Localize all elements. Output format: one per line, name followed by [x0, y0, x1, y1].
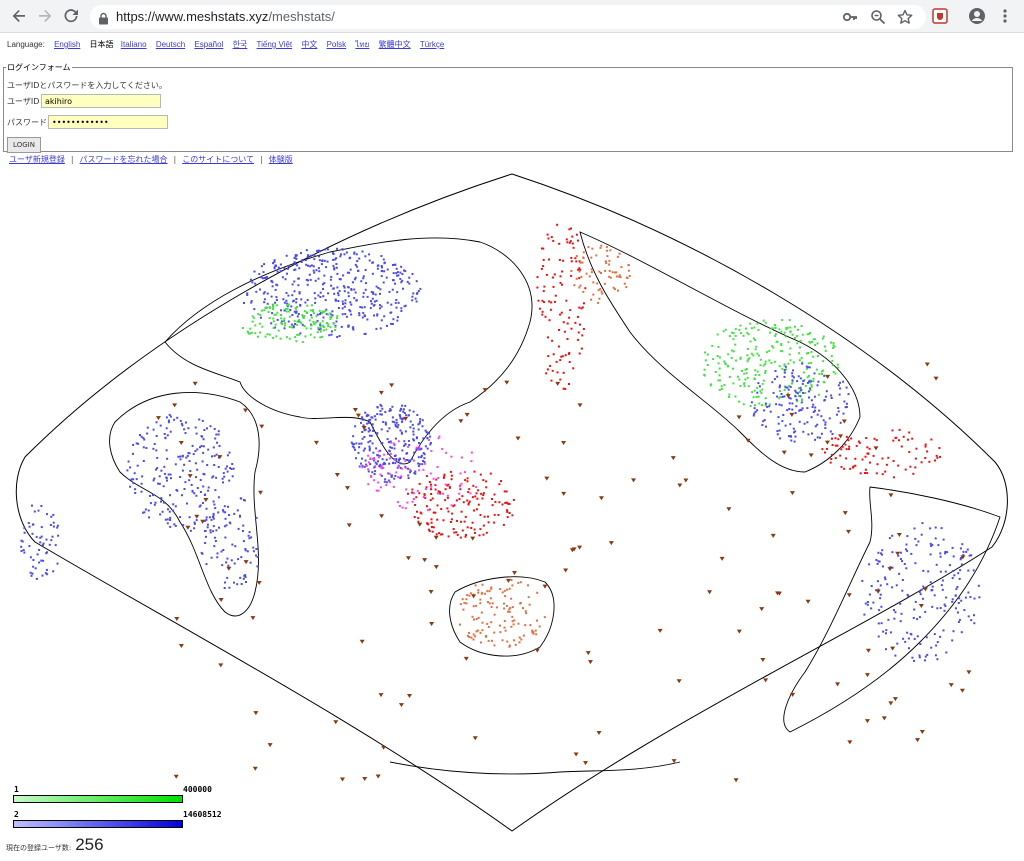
- forgot-password-link[interactable]: パスワードを忘れた場合: [80, 155, 168, 164]
- register-link[interactable]: ユーザ新規登録: [9, 155, 65, 164]
- extension-icon[interactable]: [931, 7, 949, 25]
- lang-link-deutsch[interactable]: Deutsch: [156, 40, 185, 49]
- legend-gradient-blue: [13, 820, 183, 828]
- legend-row2-end: 14608512: [183, 810, 222, 819]
- link-separator: |: [70, 155, 74, 164]
- world-mesh-map[interactable]: [0, 172, 1024, 836]
- account-links: ユーザ新規登録 | パスワードを忘れた場合 | このサイトについて | 体験版: [9, 154, 293, 165]
- lang-link-chinese[interactable]: 中文: [301, 40, 317, 49]
- menu-kebab-icon[interactable]: [996, 7, 1014, 25]
- address-bar[interactable]: https://www.meshstats.xyz/meshstats/: [90, 5, 926, 29]
- browser-toolbar: https://www.meshstats.xyz/meshstats/: [0, 0, 1024, 33]
- lang-link-thai[interactable]: ไทย: [355, 40, 369, 49]
- legend-row1-end: 400000: [183, 785, 212, 794]
- url-text: https://www.meshstats.xyz/meshstats/: [116, 9, 335, 24]
- login-button[interactable]: LOGIN: [7, 137, 41, 153]
- login-form-legend: ログインフォーム: [7, 63, 71, 72]
- legend-gradient-green: [13, 795, 183, 803]
- link-separator: |: [260, 155, 263, 164]
- registered-user-count: 現在の登録ユーザ数: 256: [6, 835, 104, 855]
- user-id-input[interactable]: [41, 94, 161, 108]
- page-content: Language: English 日本語 Italiano Deutsch E…: [0, 33, 1024, 861]
- lang-current-japanese: 日本語: [89, 40, 114, 49]
- about-link[interactable]: このサイトについて: [182, 155, 254, 164]
- lang-link-traditional-chinese[interactable]: 繁體中文: [379, 40, 411, 49]
- language-bar: Language: English 日本語 Italiano Deutsch E…: [7, 38, 451, 51]
- lock-icon: [98, 10, 109, 29]
- reload-icon[interactable]: [61, 6, 81, 26]
- password-input[interactable]: [48, 115, 168, 129]
- login-form: ログインフォーム ユーザIDとパスワードを入力してください。 ユーザID パスワ…: [3, 62, 1013, 153]
- bookmark-star-icon[interactable]: [897, 9, 913, 25]
- language-label: Language:: [7, 40, 45, 49]
- password-label: パスワード: [7, 118, 47, 127]
- back-arrow-icon[interactable]: [9, 6, 29, 26]
- zoom-icon[interactable]: [870, 9, 886, 25]
- trial-link[interactable]: 体験版: [269, 155, 293, 164]
- key-icon[interactable]: [842, 9, 858, 25]
- lang-link-turkce[interactable]: Türkçe: [420, 40, 444, 49]
- account-icon[interactable]: [968, 7, 986, 25]
- user-count-label: 現在の登録ユーザ数:: [6, 844, 72, 852]
- lang-link-vietnamese[interactable]: Tiếng Việt: [257, 40, 293, 49]
- link-separator: |: [173, 155, 177, 164]
- legend-row2-start: 2: [14, 810, 19, 819]
- user-count-value: 256: [75, 835, 104, 854]
- lang-link-polski[interactable]: Polsk: [327, 40, 347, 49]
- legend-row1-start: 1: [14, 785, 19, 794]
- login-instructions: ユーザIDとパスワードを入力してください。: [7, 81, 167, 90]
- forward-arrow-icon[interactable]: [35, 6, 55, 26]
- lang-link-italiano[interactable]: Italiano: [121, 40, 147, 49]
- user-id-label: ユーザID: [7, 97, 40, 106]
- lang-link-korean[interactable]: 한국: [233, 40, 248, 49]
- lang-link-english[interactable]: English: [54, 40, 80, 49]
- lang-link-espanol[interactable]: Español: [194, 40, 223, 49]
